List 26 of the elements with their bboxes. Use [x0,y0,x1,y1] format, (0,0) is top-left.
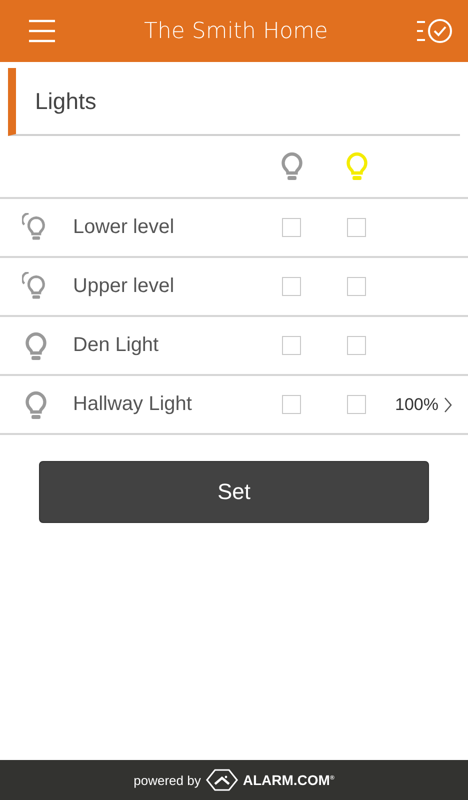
checkbox[interactable] [282,336,301,355]
checkbox[interactable] [282,395,301,414]
brand-logo-text: ALARM.COM$^{®}$ [242,772,334,788]
list-check-icon [416,18,454,44]
menu-button[interactable] [28,18,56,44]
checkbox[interactable] [282,277,301,296]
light-name: Hallway Light [73,393,193,416]
dim-level-link[interactable]: 100% [389,394,452,414]
section-title: Lights [35,88,96,114]
checkbox[interactable] [347,336,366,355]
bulb-on-icon [344,152,368,182]
light-name: Den Light [73,334,160,357]
menu-icon [28,18,56,44]
checkbox[interactable] [282,218,301,237]
light-name: Upper level [73,275,176,298]
schedule-button[interactable] [416,18,454,44]
powered-by-text: powered by [134,772,201,788]
set-button[interactable]: Set [39,461,429,523]
hexagon-logo-icon [204,769,239,791]
checkbox[interactable] [347,277,366,296]
chevron-right-icon [444,396,452,412]
bulb-off-icon [280,152,304,182]
checkbox[interactable] [347,218,366,237]
page-title: The Smith Home [144,18,328,44]
checkbox[interactable] [347,395,366,414]
light-name: Lower level [73,216,176,239]
